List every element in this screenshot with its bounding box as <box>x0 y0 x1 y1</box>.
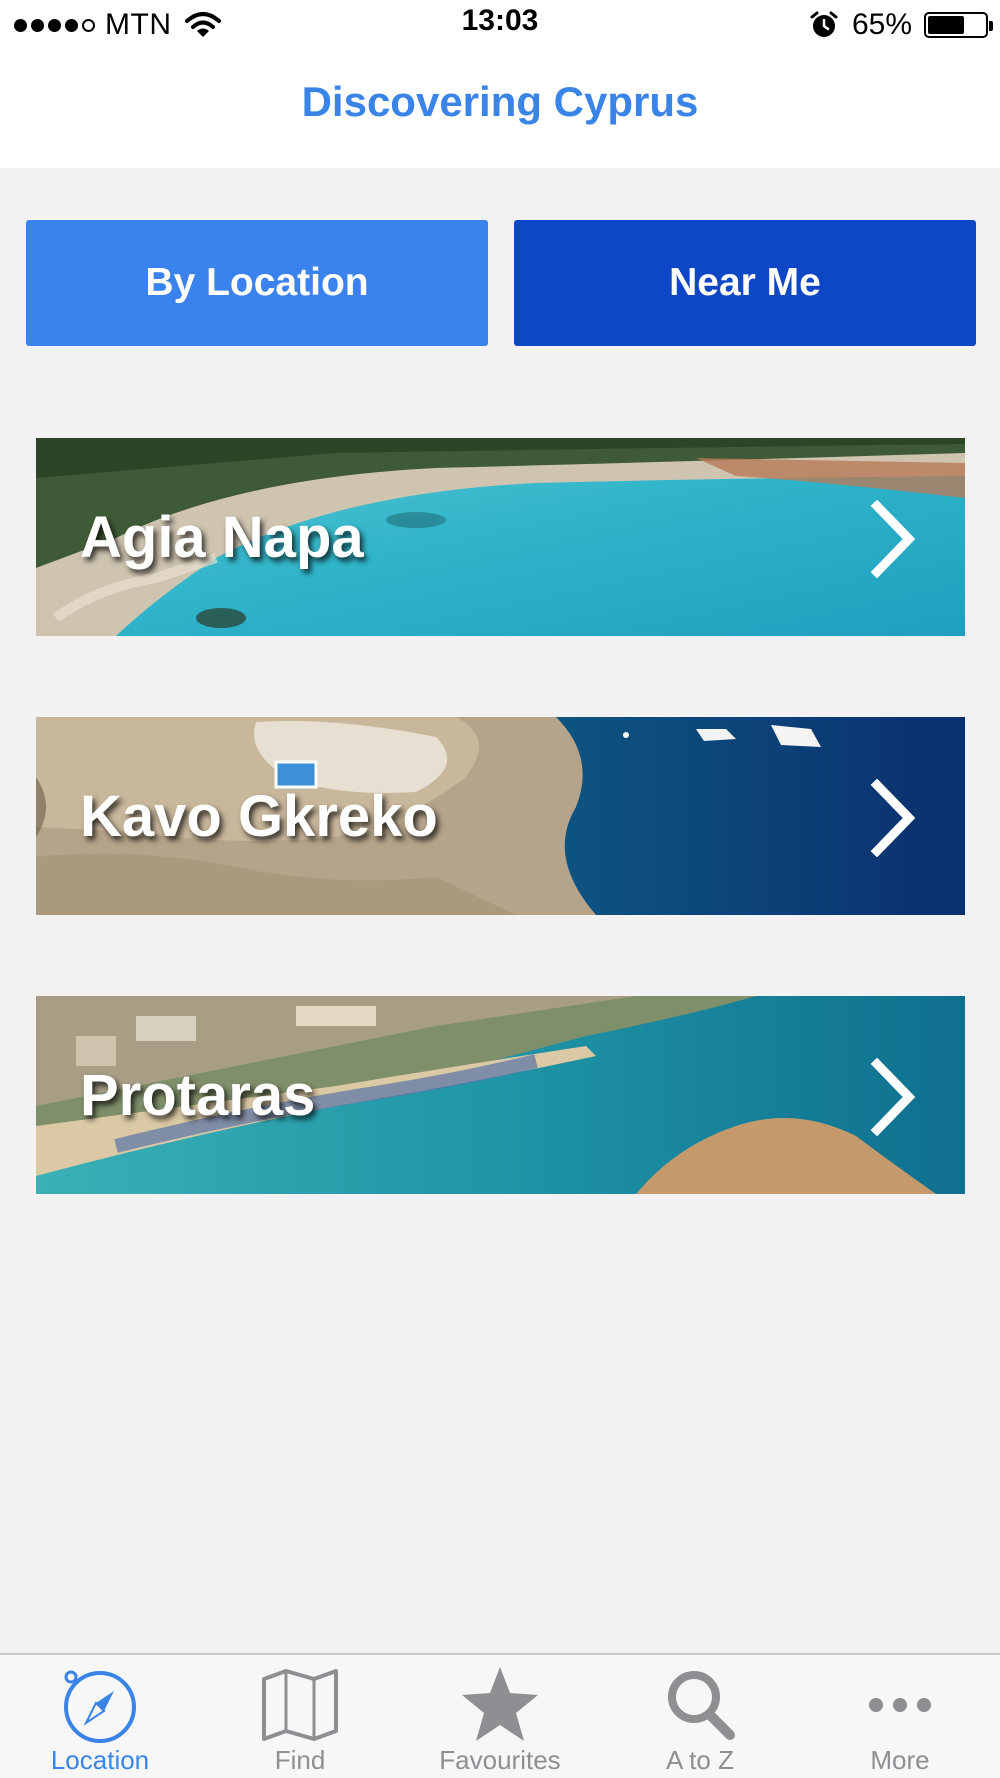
tab-find[interactable]: Find <box>200 1655 400 1778</box>
battery-percentage: 65% <box>851 8 912 41</box>
tab-more[interactable]: More <box>800 1655 1000 1778</box>
alarm-clock-icon <box>810 11 838 37</box>
tab-label: Find <box>274 1745 326 1775</box>
more-icon <box>869 1698 931 1712</box>
location-card-protaras[interactable]: Protaras <box>36 996 965 1194</box>
by-location-button[interactable]: By Location <box>26 220 488 346</box>
tab-location[interactable]: Location <box>0 1655 200 1778</box>
near-me-button[interactable]: Near Me <box>514 220 976 346</box>
tab-favourites[interactable]: Favourites <box>400 1655 600 1778</box>
chevron-right-icon <box>870 500 916 578</box>
compass-icon <box>64 1670 136 1743</box>
tab-a-to-z[interactable]: A to Z <box>600 1655 800 1778</box>
page-title: Discovering Cyprus <box>301 78 699 125</box>
tab-label: Favourites <box>439 1745 561 1775</box>
tab-bar: Location Find Favourites A to Z More <box>0 1653 1000 1778</box>
battery-icon <box>924 12 993 38</box>
location-name: Agia Napa <box>80 504 364 570</box>
battery-fill <box>928 16 965 34</box>
status-right: 65% <box>810 6 993 44</box>
location-name: Protaras <box>80 1062 316 1128</box>
location-name: Kavo Gkreko <box>80 783 438 849</box>
search-icon <box>668 1671 735 1740</box>
tab-label: Location <box>50 1745 150 1775</box>
map-icon <box>262 1669 338 1741</box>
location-card-agia-napa[interactable]: Agia Napa <box>36 438 965 636</box>
location-card-kavo-gkreko[interactable]: Kavo Gkreko <box>36 717 965 915</box>
tab-label: A to Z <box>666 1745 734 1775</box>
navigation-bar: Discovering Cyprus <box>0 50 1000 168</box>
status-bar: MTN 13:03 65% <box>0 0 1000 50</box>
star-icon <box>462 1667 538 1741</box>
tab-label: More <box>870 1745 930 1775</box>
chevron-right-icon <box>870 1058 916 1136</box>
chevron-right-icon <box>870 779 916 857</box>
